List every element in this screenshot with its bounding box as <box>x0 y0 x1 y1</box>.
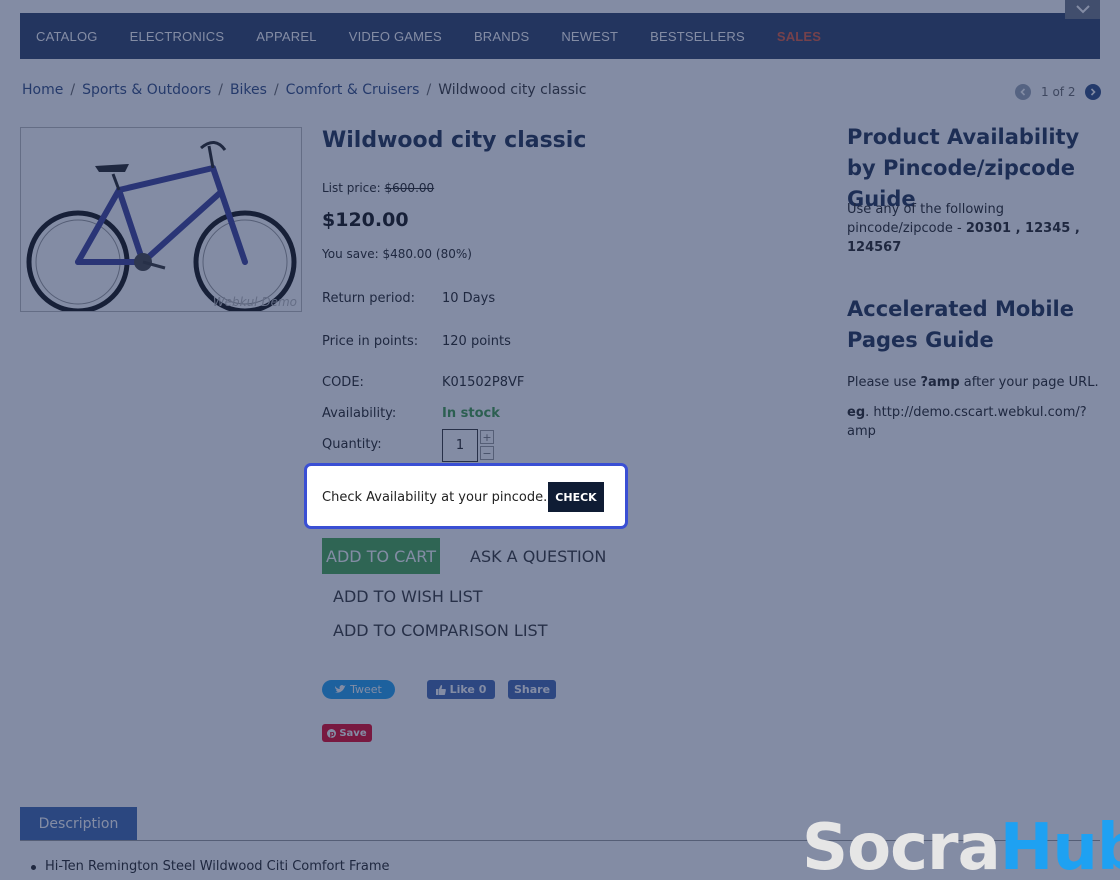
nav-sales[interactable]: SALES <box>777 29 821 44</box>
points-label: Price in points: <box>322 334 419 349</box>
breadcrumb-separator: / <box>273 82 279 98</box>
nav-bestsellers[interactable]: BESTSELLERS <box>650 29 745 44</box>
amp-guide-pre: Please use <box>847 375 917 390</box>
bicycle-image <box>26 141 297 314</box>
nav-catalog[interactable]: CATALOG <box>36 29 98 44</box>
amp-example-label: eg <box>847 405 866 420</box>
facebook-like-button[interactable]: Like 0 <box>427 680 495 699</box>
list-price-label: List price: <box>322 181 381 195</box>
breadcrumb-home[interactable]: Home <box>22 82 63 98</box>
amp-example: eg. http://demo.cscart.webkul.com/?amp <box>847 403 1102 441</box>
add-to-cart-button[interactable]: ADD TO CART <box>322 538 440 574</box>
description-list-item: Hi-Ten Remington Steel Wildwood Citi Com… <box>31 859 390 874</box>
quantity-decrease-button[interactable]: − <box>480 446 494 460</box>
amp-guide-post: after your page URL. <box>963 375 1099 390</box>
breadcrumb-separator: / <box>218 82 223 98</box>
nav-toggle-button[interactable] <box>1065 0 1100 19</box>
code-label: CODE: <box>322 375 364 390</box>
breadcrumb-comfort-cruisers[interactable]: Comfort & Cruisers <box>286 82 420 98</box>
logo-part-socra: Socra <box>802 811 1001 880</box>
chevron-down-icon <box>1075 5 1090 14</box>
nav-video-games[interactable]: VIDEO GAMES <box>349 29 442 44</box>
quantity-increase-button[interactable]: + <box>480 430 494 444</box>
pincode-check-label: Check Availability at your pincode. <box>322 490 548 505</box>
nav-apparel[interactable]: APPAREL <box>256 29 316 44</box>
nav-newest[interactable]: NEWEST <box>561 29 618 44</box>
amp-guide-text: Please use ?amp after your page URL. <box>847 373 1102 392</box>
product-title: Wildwood city classic <box>322 128 587 153</box>
quantity-input[interactable]: 1 <box>442 429 478 462</box>
list-price-value: $600.00 <box>384 181 435 195</box>
points-row: Price in points: 120 points <box>322 334 511 349</box>
pager-text: 1 of 2 <box>1041 85 1076 99</box>
availability-value: In stock <box>442 406 500 421</box>
availability-label: Availability: <box>322 406 397 421</box>
product-image[interactable]: Webkul Demo <box>20 127 302 314</box>
pincode-guide-text: Use any of the following pincode/zipcode… <box>847 200 1102 257</box>
points-value: 120 points <box>442 334 511 349</box>
thumbs-up-icon <box>435 684 446 695</box>
check-pincode-button[interactable]: CHECK <box>548 482 604 512</box>
return-period-label: Return period: <box>322 291 416 306</box>
socrahub-logo: SocraHub <box>802 808 1120 880</box>
code-row: CODE: K01502P8VF <box>322 375 524 390</box>
facebook-share-button[interactable]: Share <box>508 680 556 699</box>
ask-question-link[interactable]: ASK A QUESTION <box>470 547 606 566</box>
nav-electronics[interactable]: ELECTRONICS <box>130 29 225 44</box>
top-nav: CATALOG ELECTRONICS APPAREL VIDEO GAMES … <box>20 13 1100 59</box>
twitter-bird-icon <box>335 685 347 693</box>
pincode-check-highlight: Check Availability at your pincode. CHEC… <box>304 463 628 529</box>
chevron-right-icon <box>1091 88 1097 96</box>
like-label: Like 0 <box>449 683 487 696</box>
add-to-wish-list-link[interactable]: ADD TO WISH LIST <box>333 587 483 606</box>
image-watermark: Webkul Demo <box>212 295 297 309</box>
tab-description[interactable]: Description <box>20 807 137 841</box>
tweet-label: Tweet <box>350 683 382 696</box>
add-to-comparison-link[interactable]: ADD TO COMPARISON LIST <box>333 621 547 640</box>
product-pager: 1 of 2 <box>1015 84 1102 100</box>
breadcrumb-sports-outdoors[interactable]: Sports & Outdoors <box>82 82 211 98</box>
pinterest-save-label: Save <box>339 727 367 739</box>
amp-example-url: . http://demo.cscart.webkul.com/?amp <box>847 405 1087 439</box>
breadcrumb-current: Wildwood city classic <box>438 82 587 98</box>
amp-guide-title: Accelerated Mobile Pages Guide <box>847 297 1074 352</box>
list-price: List price: $600.00 <box>322 181 434 195</box>
return-period-row: Return period: 10 Days <box>322 291 495 306</box>
next-product-button[interactable] <box>1085 84 1102 100</box>
pinterest-save-button[interactable]: p Save <box>322 724 372 742</box>
breadcrumb-separator: / <box>70 82 76 98</box>
code-value: K01502P8VF <box>442 375 525 390</box>
nav-brands[interactable]: BRANDS <box>474 29 529 44</box>
product-price: $120.00 <box>322 209 409 231</box>
logo-part-hub: Hub <box>999 811 1120 880</box>
return-period-value: 10 Days <box>442 291 496 306</box>
prev-product-button[interactable] <box>1015 84 1031 100</box>
amp-guide-param: ?amp <box>920 375 960 390</box>
chevron-left-icon <box>1020 88 1026 96</box>
breadcrumb: Home / Sports & Outdoors / Bikes / Comfort & C… <box>22 82 586 98</box>
breadcrumb-separator: / <box>426 82 432 98</box>
you-save: You save: $480.00 (80%) <box>322 247 472 261</box>
quantity-label: Quantity: <box>322 437 382 452</box>
pinterest-icon: p <box>327 728 337 738</box>
tweet-button[interactable]: Tweet <box>322 680 395 699</box>
availability-row: Availability: In stock <box>322 406 500 421</box>
breadcrumb-bikes[interactable]: Bikes <box>230 82 267 98</box>
svg-text:p: p <box>330 730 335 738</box>
